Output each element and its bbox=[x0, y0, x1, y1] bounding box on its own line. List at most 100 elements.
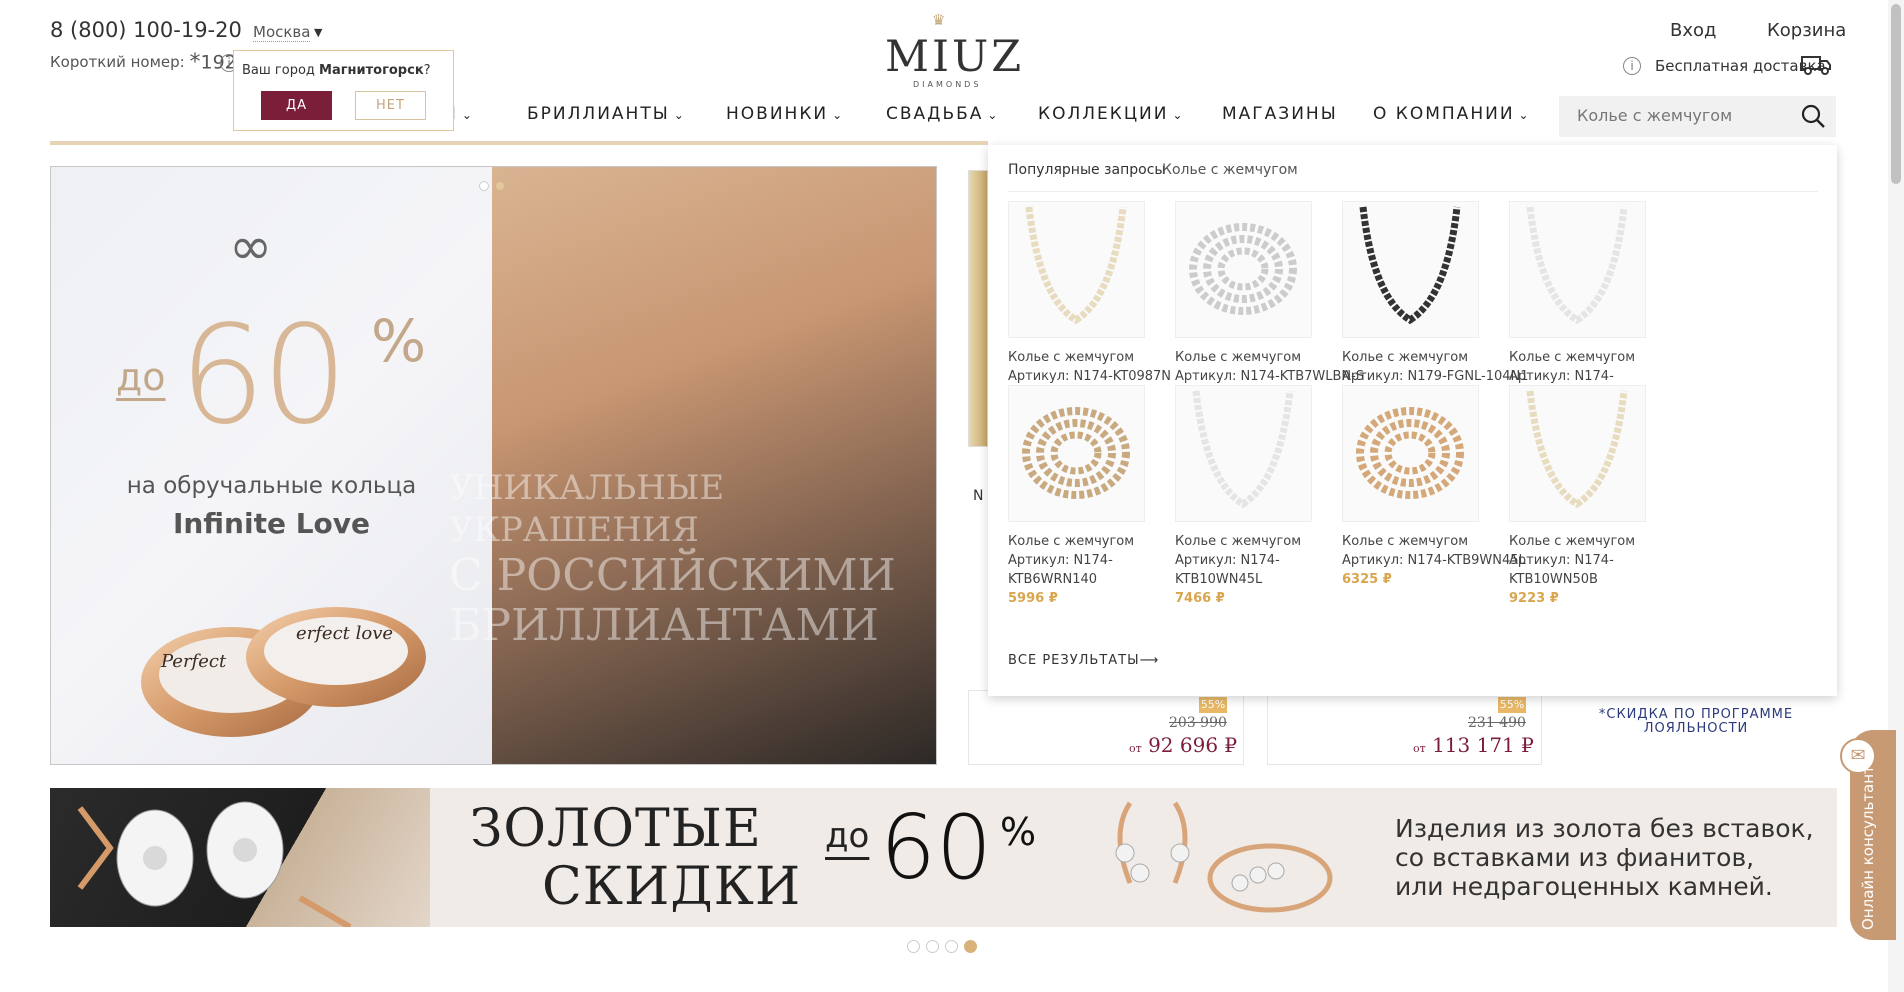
question-prefix: Ваш город bbox=[242, 63, 320, 78]
necklace-image bbox=[1022, 407, 1130, 499]
product-suggestion[interactable]: Колье с жемчугом Артикул: N179-FGNL-104N… bbox=[1342, 201, 1532, 403]
chevron-down-icon: ⌄ bbox=[987, 108, 1000, 122]
banner-title: ЗОЛОТЫЕ СКИДКИ bbox=[470, 800, 801, 916]
all-results-link[interactable]: ВСЕ РЕЗУЛЬТАТЫ⟶ bbox=[1008, 653, 1159, 668]
product-suggestion[interactable]: Колье с жемчугом Артикул: N174-KTB7WLBN-… bbox=[1175, 201, 1365, 403]
nav-label: НОВИНКИ bbox=[726, 104, 829, 124]
price-value: 113 171 ₽ bbox=[1432, 733, 1534, 757]
product-thumbnail[interactable] bbox=[1008, 201, 1145, 338]
banner-desc-line: Изделия из золота без вставок, bbox=[1395, 814, 1814, 843]
cart-link[interactable]: Корзина bbox=[1767, 20, 1846, 41]
old-price: 203 990 bbox=[1169, 715, 1227, 731]
product-title[interactable]: Колье с жемчугом Артикул: N174-KT0987N bbox=[1008, 348, 1198, 386]
logo[interactable]: MIUZ bbox=[885, 32, 1024, 82]
short-number-star: * bbox=[189, 50, 201, 75]
login-link[interactable]: Вход bbox=[1670, 20, 1716, 41]
loyalty-note: *СКИДКА ПО ПРОГРАММЕ ЛОЯЛЬНОСТИ bbox=[1598, 707, 1794, 736]
slider-dot-active[interactable] bbox=[495, 181, 505, 191]
necklace-image bbox=[1356, 407, 1464, 499]
product-suggestion[interactable]: Колье с жемчугом Артикул: N174-KTB9WN45L… bbox=[1342, 385, 1532, 587]
search-icon[interactable] bbox=[1800, 103, 1826, 129]
city-yes-button[interactable]: ДА bbox=[261, 91, 332, 120]
product-thumbnail[interactable] bbox=[1008, 385, 1145, 522]
ring-engraving: Perfect bbox=[160, 651, 227, 672]
banner-dot-active[interactable] bbox=[964, 940, 977, 953]
product-thumbnail[interactable] bbox=[1175, 201, 1312, 338]
nav-item-about[interactable]: О КОМПАНИИ ⌄ bbox=[1373, 104, 1531, 124]
logo-subtitle: DIAMONDS bbox=[913, 80, 982, 89]
banner-dot[interactable] bbox=[926, 940, 939, 953]
product-price: 7466 ₽ bbox=[1175, 591, 1225, 606]
scrollbar-thumb[interactable] bbox=[1891, 4, 1901, 184]
product-price: 6325 ₽ bbox=[1342, 572, 1392, 587]
city-selector[interactable]: Москва bbox=[253, 23, 311, 42]
popular-query-link[interactable]: Колье с жемчугом bbox=[1162, 162, 1298, 178]
price: от 92 696 ₽ bbox=[1129, 733, 1237, 757]
product-suggestion[interactable]: Колье с жемчугом Артикул: N174-KTB10WN45… bbox=[1175, 385, 1365, 606]
infinity-icon: ∞ bbox=[229, 217, 273, 277]
banner-percent-value: 60 bbox=[880, 796, 992, 899]
product-thumbnail[interactable] bbox=[1509, 201, 1646, 338]
hero-subtitle: на обручальные кольца bbox=[126, 473, 417, 499]
nav-item-stores[interactable]: МАГАЗИНЫ bbox=[1222, 104, 1338, 124]
product-thumbnail[interactable] bbox=[1342, 385, 1479, 522]
city-no-button[interactable]: НЕТ bbox=[355, 91, 426, 120]
nav-item-new[interactable]: НОВИНКИ ⌄ bbox=[726, 104, 844, 124]
banner-dot[interactable] bbox=[945, 940, 958, 953]
short-number-label: Короткий номер: bbox=[50, 53, 185, 71]
price: от 113 171 ₽ bbox=[1413, 733, 1534, 757]
overlay-line: УНИКАЛЬНЫЕ bbox=[449, 468, 725, 508]
hero-do: до bbox=[116, 355, 166, 399]
chevron-down-icon: ⌄ bbox=[461, 108, 474, 122]
nav-label: МАГАЗИНЫ bbox=[1222, 104, 1338, 124]
product-card[interactable]: 55% 231 490 от 113 171 ₽ bbox=[1267, 690, 1542, 765]
slider-dot[interactable] bbox=[479, 181, 489, 191]
truck-icon bbox=[1801, 56, 1831, 75]
chevron-down-icon: ⌄ bbox=[832, 108, 845, 122]
earrings-image bbox=[77, 801, 352, 927]
product-thumbnail[interactable] bbox=[1509, 385, 1646, 522]
online-consultant-label: Онлайн консультант bbox=[1859, 765, 1877, 930]
product-image-partial[interactable] bbox=[968, 170, 988, 447]
product-suggestion[interactable]: Колье с жемчугом Артикул: N174-KT0987N 4… bbox=[1008, 201, 1198, 403]
product-thumbnail[interactable] bbox=[1342, 201, 1479, 338]
nav-item-diamonds[interactable]: БРИЛЛИАНТЫ ⌄ bbox=[527, 104, 686, 124]
old-price: 231 490 bbox=[1468, 715, 1526, 731]
banner-jewelry-image bbox=[50, 788, 430, 927]
nav-label: БРИЛЛИАНТЫ bbox=[527, 104, 670, 124]
nav-label: О КОМПАНИИ bbox=[1373, 104, 1515, 124]
hero-overlay-text: УНИКАЛЬНЫЕ УКРАШЕНИЯ С РОССИЙСКИМИ БРИЛЛ… bbox=[449, 467, 929, 651]
product-suggestion[interactable]: Колье с жемчугом Артикул: N174-KTB10WN50… bbox=[1509, 385, 1699, 606]
price-prefix: от bbox=[1129, 742, 1142, 755]
caret-down-icon[interactable]: ▼ bbox=[314, 26, 322, 39]
search-box[interactable]: Колье с жемчугом bbox=[1559, 96, 1836, 137]
product-title[interactable]: Колье с жемчугом Артикул: N174-KTB10WN50… bbox=[1509, 532, 1699, 589]
gold-sale-banner[interactable]: ЗОЛОТЫЕ СКИДКИ до 60 % Изделия из золота… bbox=[50, 788, 1837, 927]
overlay-line: БРИЛЛИАНТАМИ bbox=[449, 600, 879, 651]
hero-percent-sign: % bbox=[371, 307, 427, 375]
product-thumbnail[interactable] bbox=[1175, 385, 1312, 522]
product-title[interactable]: Колье с жемчугом Артикул: N174-KTB7WLBN-… bbox=[1175, 348, 1365, 386]
banner-desc-line: со вставками из фианитов, bbox=[1395, 843, 1755, 872]
price-value: 92 696 ₽ bbox=[1148, 733, 1238, 757]
info-icon[interactable]: i bbox=[1623, 57, 1641, 75]
nav-item-wedding[interactable]: СВАДЬБА ⌄ bbox=[886, 104, 999, 124]
phone-number[interactable]: 8 (800) 100-19-20 bbox=[50, 18, 242, 42]
city-confirm-popup: Ваш город Магнитогорск? ДА НЕТ bbox=[233, 50, 454, 131]
hero-couple-photo bbox=[492, 167, 936, 764]
ring-engraving: erfect love bbox=[296, 623, 393, 644]
product-title[interactable]: Колье с жемчугом Артикул: N174-KTB6WRN14… bbox=[1008, 532, 1198, 589]
nav-item-collections[interactable]: КОЛЛЕКЦИИ ⌄ bbox=[1038, 104, 1185, 124]
banner-dot[interactable] bbox=[907, 940, 920, 953]
search-input[interactable]: Колье с жемчугом bbox=[1577, 106, 1732, 125]
hero-slider[interactable]: ∞ до 60 % на обручальные кольца Infinite… bbox=[50, 166, 937, 765]
product-title[interactable]: Колье с жемчугом Артикул: N174-KTB9WN45L bbox=[1342, 532, 1532, 570]
overlay-line: УКРАШЕНИЯ bbox=[449, 510, 699, 550]
wedding-rings-image: Perfect erfect love bbox=[141, 607, 426, 737]
necklace-image bbox=[1192, 390, 1294, 509]
product-suggestion[interactable]: Колье с жемчугом Артикул: N174-KTB6WRN14… bbox=[1008, 385, 1198, 606]
discount-badge: 55% bbox=[1199, 697, 1227, 713]
product-title[interactable]: Колье с жемчугом Артикул: N174-KTB10WN45… bbox=[1175, 532, 1365, 589]
product-title[interactable]: Колье с жемчугом Артикул: N179-FGNL-104N… bbox=[1342, 348, 1532, 386]
product-card[interactable]: 55% 203 990 от 92 696 ₽ bbox=[968, 690, 1244, 765]
